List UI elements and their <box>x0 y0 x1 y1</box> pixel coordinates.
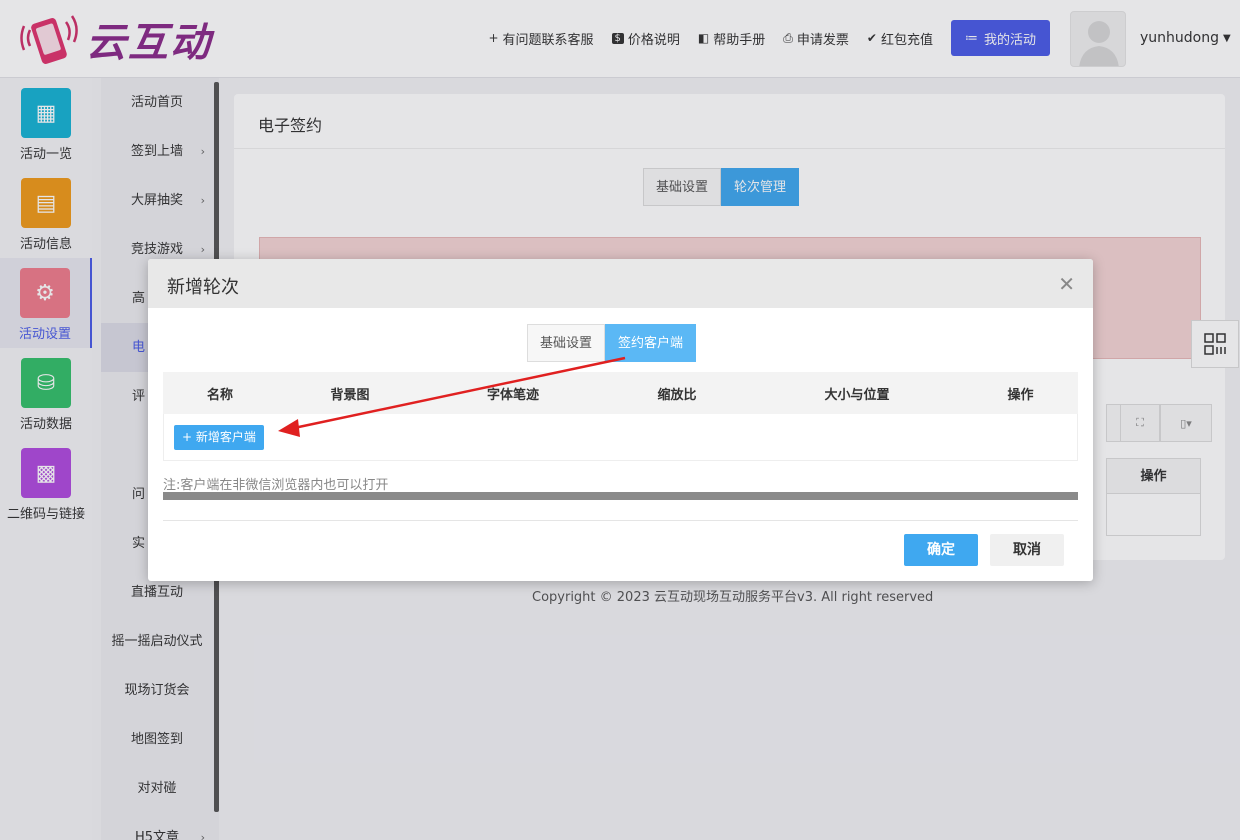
tab-basic-settings[interactable]: 基础设置 <box>527 324 606 362</box>
table-row: + 新增客户端 <box>163 414 1078 461</box>
column-header: 背景图 <box>330 387 370 403</box>
modal-header: 新增轮次 ✕ <box>148 259 1093 308</box>
table-header: 名称 背景图 字体笔迹 缩放比 大小与位置 操作 <box>163 372 1078 414</box>
column-header: 操作 <box>1007 387 1034 403</box>
add-client-button[interactable]: + 新增客户端 <box>174 425 264 450</box>
cancel-button[interactable]: 取消 <box>990 534 1064 566</box>
column-header: 字体笔迹 <box>486 387 539 403</box>
column-header: 缩放比 <box>657 387 697 403</box>
modal-tabs: 基础设置 签约客户端 <box>527 324 697 362</box>
modal-title: 新增轮次 <box>167 277 239 298</box>
tab-signing-client[interactable]: 签约客户端 <box>605 324 697 362</box>
client-table: 名称 背景图 字体笔迹 缩放比 大小与位置 操作 + 新增客户端 <box>163 372 1078 461</box>
column-header: 大小与位置 <box>824 387 890 403</box>
horizontal-scrollbar[interactable] <box>163 492 1078 500</box>
divider <box>163 520 1078 521</box>
client-note: 注:客户端在非微信浏览器内也可以打开 <box>163 478 389 493</box>
close-icon[interactable]: ✕ <box>1058 272 1075 296</box>
add-round-modal: 新增轮次 ✕ 基础设置 签约客户端 名称 背景图 字体笔迹 缩放比 大小与位置 … <box>148 259 1093 581</box>
confirm-button[interactable]: 确定 <box>904 534 978 566</box>
column-header: 名称 <box>206 387 233 403</box>
